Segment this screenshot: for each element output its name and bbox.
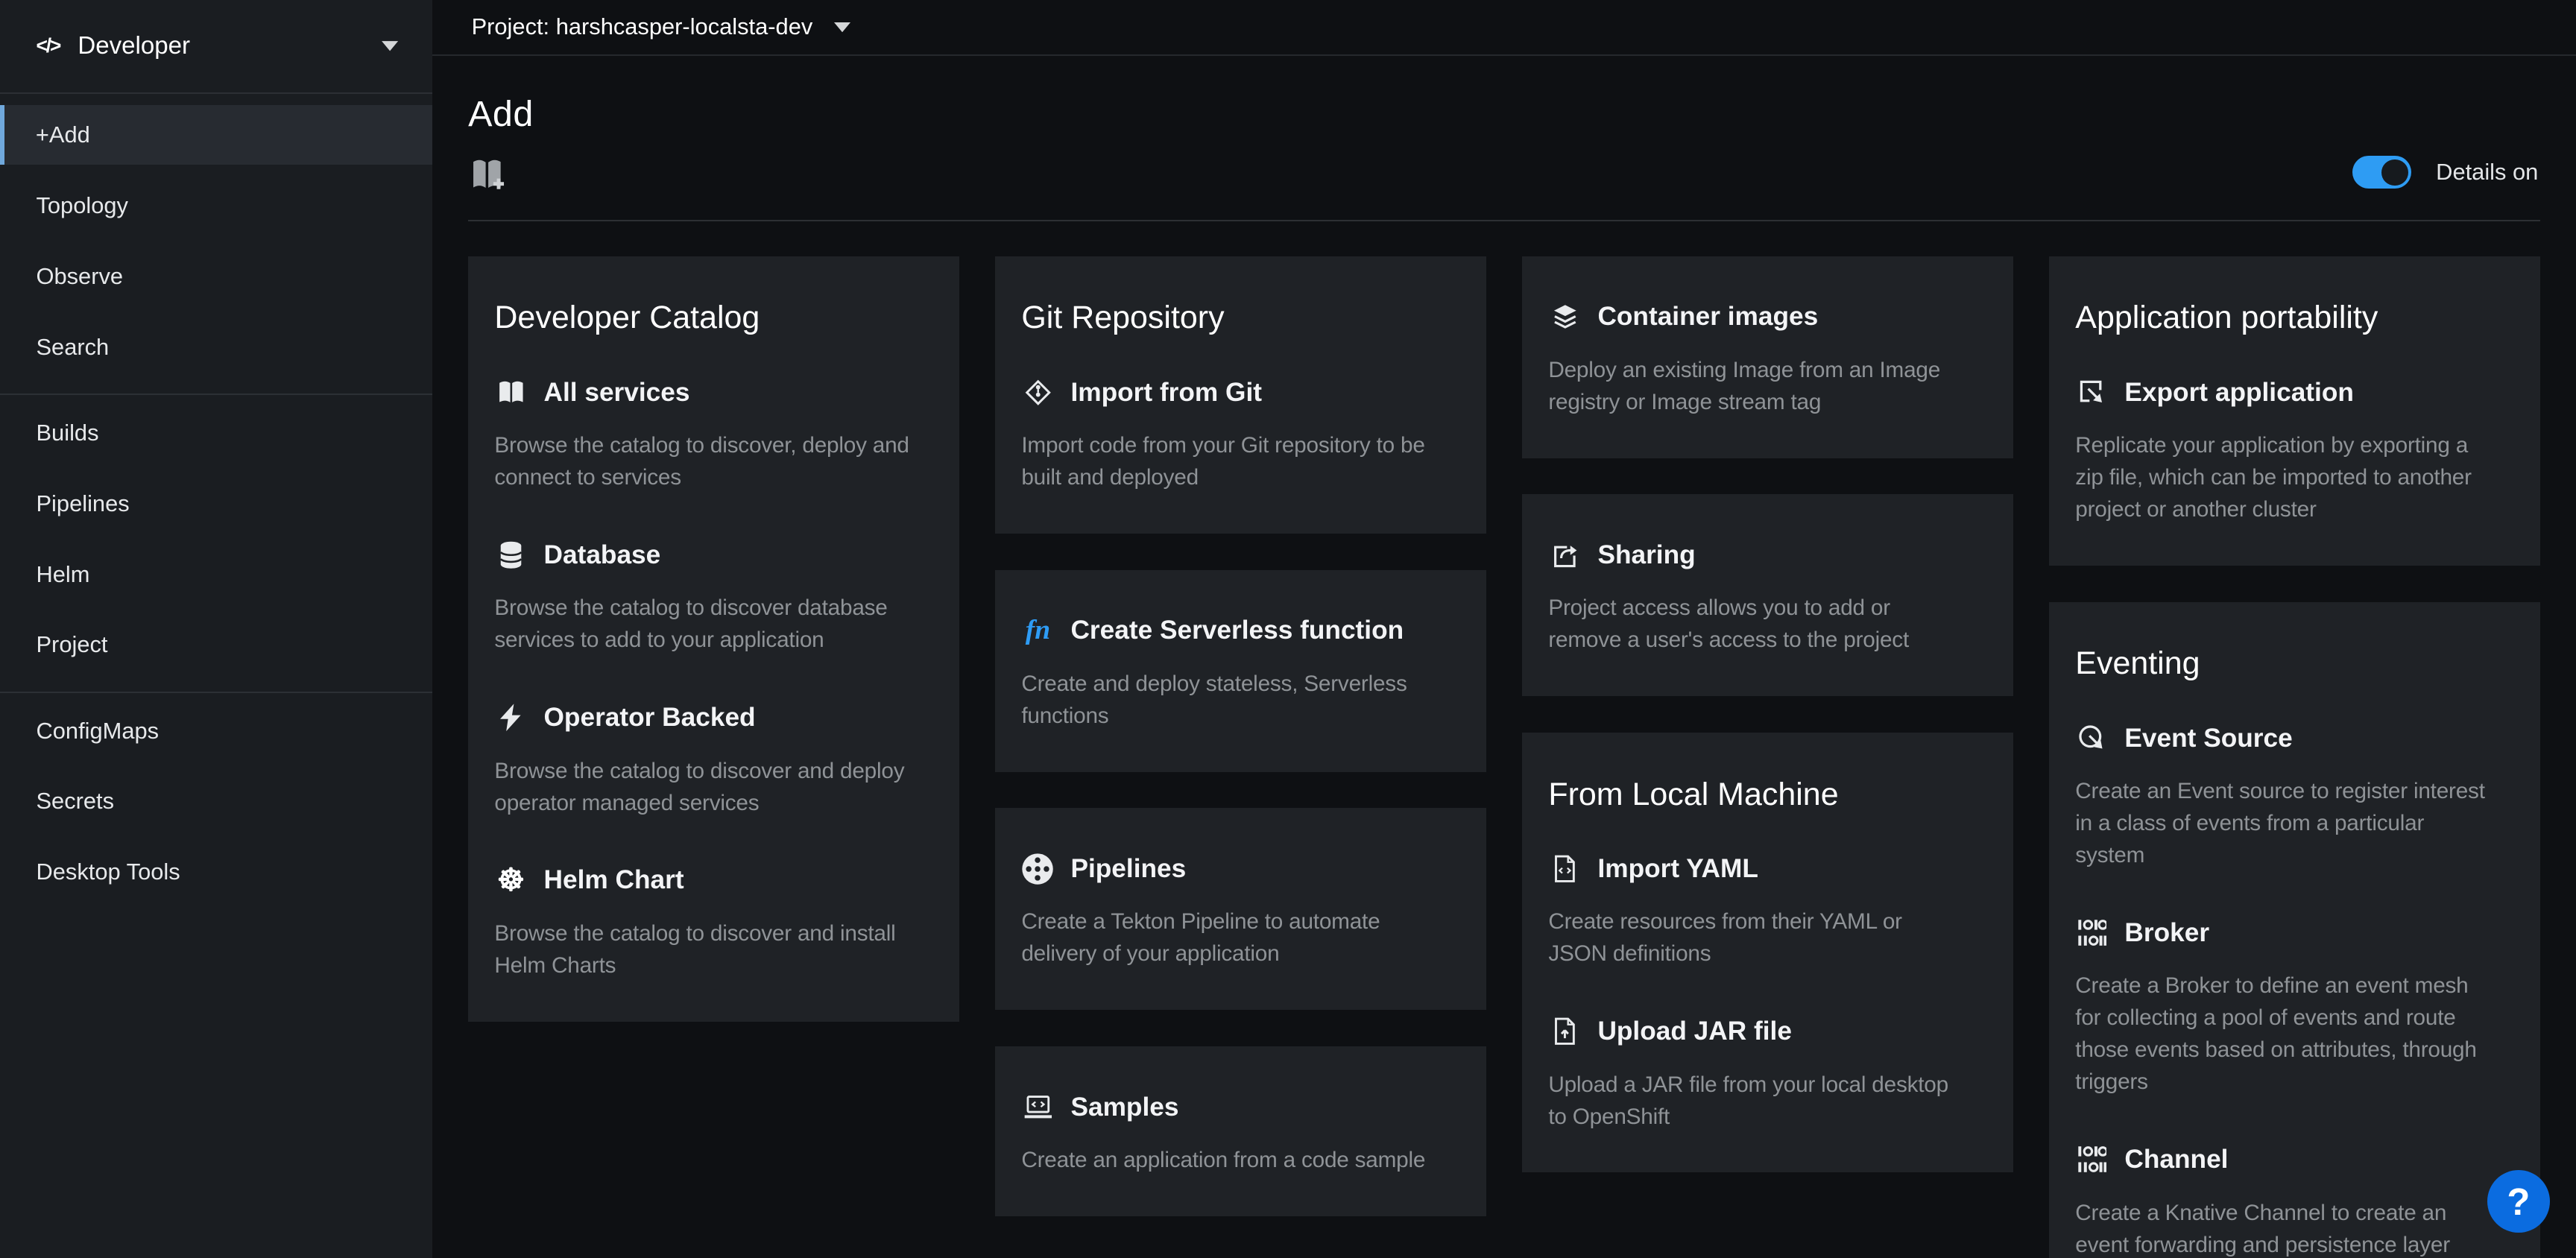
perspective-label: Developer [78, 32, 190, 60]
event-source-icon [2075, 724, 2108, 753]
helm-icon: ☸ [494, 865, 527, 896]
tile-operator-backed[interactable]: Operator Backed Browse the catalog to di… [494, 696, 932, 819]
details-toggle[interactable] [2352, 156, 2411, 189]
tile-channel[interactable]: Channel Create a Knative Channel to crea… [2075, 1138, 2513, 1258]
tile-all-services[interactable]: All services Browse the catalog to disco… [494, 371, 932, 494]
cards-column-1: Developer Catalog All services Browse th… [468, 256, 959, 1022]
sidebar-item-helm[interactable]: Helm [0, 544, 432, 604]
card-title: From Local Machine [1548, 772, 1986, 818]
perspective-switcher[interactable]: </> Developer [0, 0, 432, 94]
tile-export-application[interactable]: Export application Replicate your applic… [2075, 371, 2513, 526]
tile-samples[interactable]: Samples Create an application from a cod… [1021, 1086, 1459, 1177]
layers-icon [1548, 302, 1581, 332]
sidebar-item-topology[interactable]: Topology [0, 176, 432, 236]
details-toggle-label: Details on [2436, 159, 2538, 186]
tile-import-yaml[interactable]: Import YAML Create resources from their … [1548, 847, 1986, 970]
tile-database[interactable]: Database Browse the catalog to discover … [494, 534, 932, 657]
card-developer-catalog: Developer Catalog All services Browse th… [468, 256, 959, 1022]
jar-file-icon [1548, 1017, 1581, 1045]
toggle-knob [2381, 159, 2408, 186]
tile-create-serverless-function[interactable]: fnCreate Serverless function Create and … [1021, 609, 1459, 732]
sidebar: </> Developer +Add Topology Observe Sear… [0, 0, 432, 1258]
page-header-icon-row: Details on [468, 154, 2539, 194]
main: Project: harshcasper-localsta-dev Add De… [432, 0, 2576, 1258]
app: </> Developer +Add Topology Observe Sear… [0, 0, 2576, 1258]
chevron-down-icon [381, 40, 399, 51]
card-title: Git Repository [1021, 295, 1459, 341]
card-title: Developer Catalog [494, 295, 932, 341]
sidebar-item-pipelines[interactable]: Pipelines [0, 474, 432, 534]
cards-column-3: Container images Deploy an existing Imag… [1522, 256, 2012, 1173]
sidebar-item-project[interactable]: Project [0, 615, 432, 674]
tile-sharing[interactable]: Sharing Project access allows you to add… [1548, 534, 1986, 657]
add-cards-grid: Developer Catalog All services Browse th… [468, 256, 2539, 1258]
book-icon [494, 379, 527, 405]
card-samples[interactable]: Samples Create an application from a cod… [995, 1046, 1486, 1216]
project-selector[interactable]: Project: harshcasper-localsta-dev [472, 13, 850, 40]
sidebar-item-configmaps[interactable]: ConfigMaps [0, 701, 432, 761]
sidebar-item-add[interactable]: +Add [0, 105, 432, 165]
catalog-plus-icon[interactable] [468, 154, 508, 194]
card-title: Application portability [2075, 295, 2513, 341]
bolt-icon [494, 704, 527, 731]
tile-pipelines[interactable]: Pipelines Create a Tekton Pipeline to au… [1021, 847, 1459, 970]
code-icon: </> [36, 34, 60, 57]
header-divider [468, 220, 2539, 221]
card-eventing: Eventing Event Source Create an Event so… [2049, 602, 2539, 1258]
tile-import-from-git[interactable]: Import from Git Import code from your Gi… [1021, 371, 1459, 494]
card-sharing[interactable]: Sharing Project access allows you to add… [1522, 494, 2012, 696]
sidebar-divider [0, 692, 432, 693]
add-page: Add Details on Developer Catalog [432, 56, 2576, 1258]
broker-icon [2075, 919, 2108, 946]
sidebar-item-builds[interactable]: Builds [0, 403, 432, 463]
channel-icon [2075, 1145, 2108, 1173]
card-application-portability: Application portability Export applicati… [2049, 256, 2539, 566]
sidebar-nav: +Add Topology Observe Search Builds Pipe… [0, 94, 432, 913]
export-icon [2075, 379, 2108, 406]
git-icon [1021, 379, 1054, 406]
card-git-repository: Git Repository Import from Git Import co… [995, 256, 1486, 534]
tile-helm-chart[interactable]: ☸Helm Chart Browse the catalog to discov… [494, 859, 932, 982]
question-icon: ? [2507, 1180, 2530, 1224]
chevron-down-icon [834, 22, 850, 32]
database-icon [494, 541, 527, 569]
share-icon [1548, 541, 1581, 569]
tile-broker[interactable]: Broker Create a Broker to define an even… [2075, 911, 2513, 1099]
sidebar-item-desktop-tools[interactable]: Desktop Tools [0, 842, 432, 902]
yaml-file-icon [1548, 855, 1581, 882]
card-title: Eventing [2075, 641, 2513, 687]
sidebar-item-observe[interactable]: Observe [0, 247, 432, 306]
project-label: Project: harshcasper-localsta-dev [472, 13, 813, 40]
card-pipelines[interactable]: Pipelines Create a Tekton Pipeline to au… [995, 808, 1486, 1010]
help-button[interactable]: ? [2487, 1170, 2550, 1233]
pipelines-icon [1021, 853, 1054, 885]
cards-column-4: Application portability Export applicati… [2049, 256, 2539, 1258]
samples-icon [1021, 1094, 1054, 1120]
cards-column-2: Git Repository Import from Git Import co… [995, 256, 1486, 1216]
details-toggle-row: Details on [2352, 156, 2539, 189]
card-from-local-machine: From Local Machine Import YAML Create re… [1522, 733, 2012, 1173]
card-serverless-function[interactable]: fnCreate Serverless function Create and … [995, 570, 1486, 772]
page-title: Add [468, 92, 2539, 138]
tile-upload-jar-file[interactable]: Upload JAR file Upload a JAR file from y… [1548, 1010, 1986, 1133]
tile-event-source[interactable]: Event Source Create an Event source to r… [2075, 717, 2513, 872]
sidebar-item-search[interactable]: Search [0, 317, 432, 376]
card-container-images[interactable]: Container images Deploy an existing Imag… [1522, 256, 2012, 458]
sidebar-divider [0, 393, 432, 395]
tile-container-images[interactable]: Container images Deploy an existing Imag… [1548, 295, 1986, 418]
fn-icon: fn [1021, 609, 1054, 651]
project-bar: Project: harshcasper-localsta-dev [432, 0, 2576, 56]
sidebar-item-secrets[interactable]: Secrets [0, 771, 432, 831]
